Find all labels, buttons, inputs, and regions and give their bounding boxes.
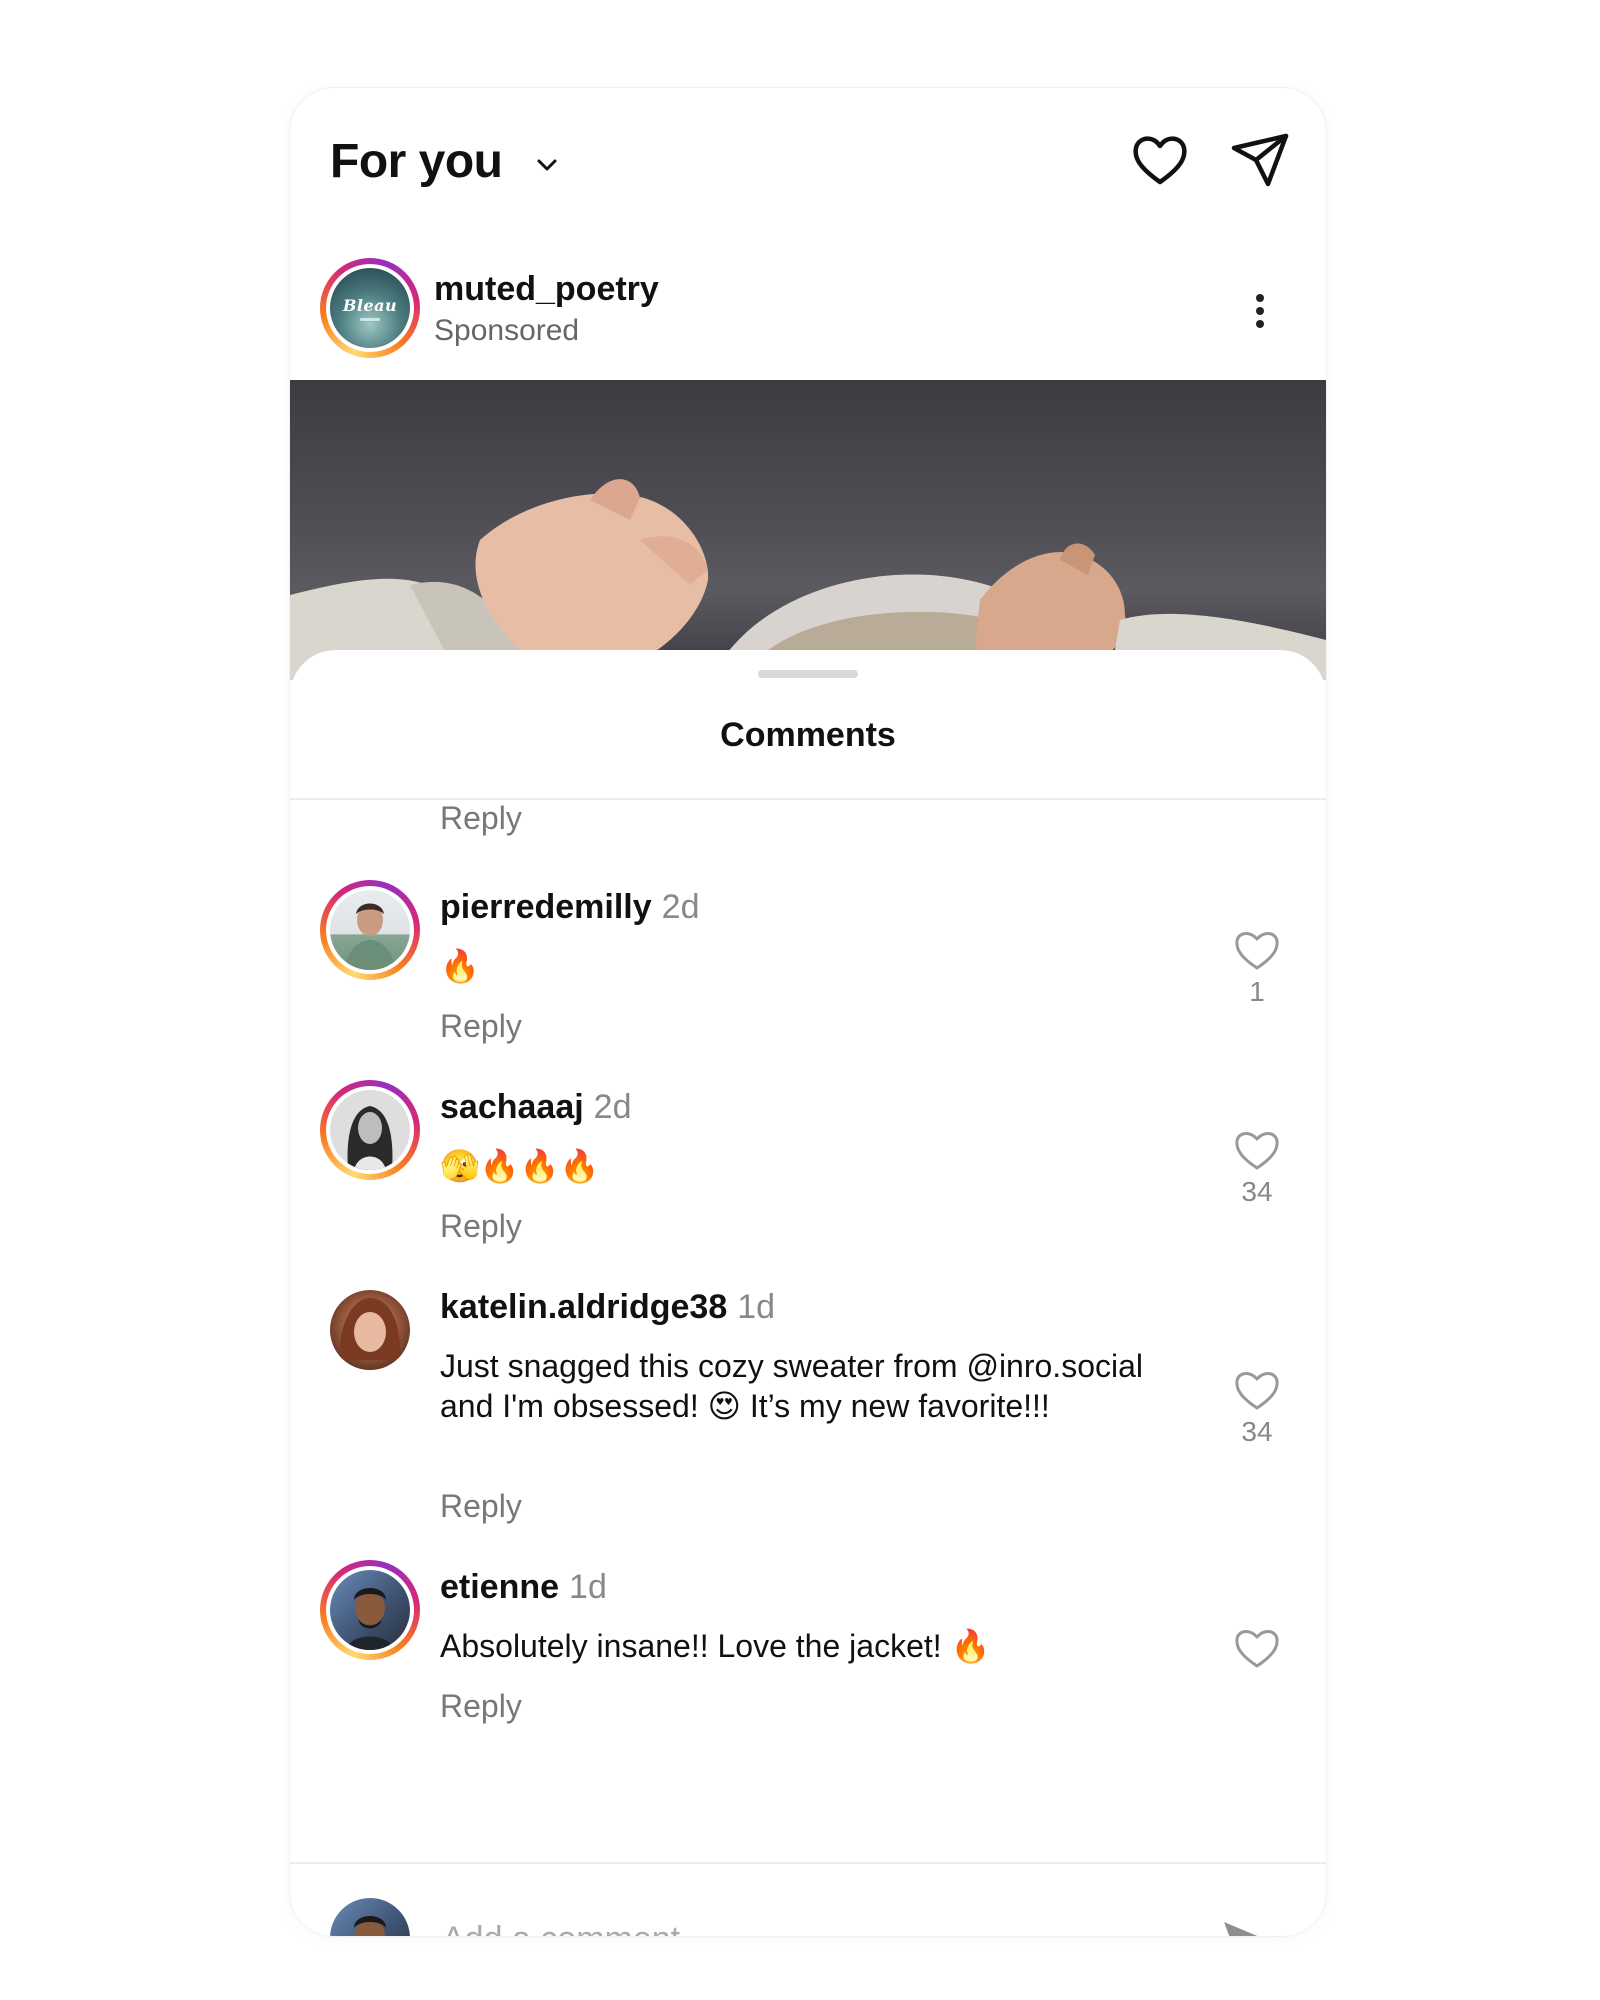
post-username[interactable]: muted_poetry bbox=[434, 268, 659, 310]
reply-link[interactable]: Reply bbox=[440, 1206, 522, 1246]
like-count: 1 bbox=[1249, 976, 1265, 1007]
comment-username[interactable]: katelin.aldridge38 bbox=[440, 1288, 727, 1326]
avatar bbox=[339, 1298, 401, 1360]
comments-sheet: Comments Reply pierredemilly 2d 🔥 Reply … bbox=[290, 650, 1326, 1936]
post-photo bbox=[290, 479, 1326, 680]
commenter-avatar[interactable] bbox=[320, 1560, 420, 1660]
send-comment-icon[interactable] bbox=[1218, 1914, 1266, 1936]
sheet-drag-handle[interactable] bbox=[758, 670, 858, 678]
post-header: Bleau muted_poetry Sponsored bbox=[290, 248, 1326, 368]
comment-item: etienne 1d Absolutely insane!! Love the j… bbox=[290, 1560, 1326, 1750]
send-icon[interactable] bbox=[1228, 128, 1292, 192]
reply-link[interactable]: Reply bbox=[440, 1486, 522, 1526]
post-image[interactable] bbox=[290, 380, 1326, 680]
comment-timestamp: 1d bbox=[569, 1568, 607, 1606]
comment-text: 🔥 bbox=[440, 948, 480, 984]
like-count: 34 bbox=[1241, 1416, 1273, 1447]
comments-title: Comments bbox=[720, 716, 896, 754]
avatar bbox=[330, 890, 410, 970]
comment-item: katelin.aldridge38 1d Just snagged this c… bbox=[290, 1280, 1326, 1540]
comment-timestamp: 2d bbox=[661, 888, 700, 926]
like-count: 34 bbox=[1241, 1176, 1273, 1207]
comment-text: Absolutely insane!! Love the jacket! 🔥 bbox=[440, 1628, 991, 1664]
like-heart-icon[interactable] bbox=[1232, 1126, 1282, 1172]
comment-timestamp: 1d bbox=[737, 1288, 776, 1326]
comment-item: pierredemilly 2d 🔥 Reply 1 bbox=[290, 880, 1326, 1070]
reply-link[interactable]: Reply bbox=[440, 1686, 522, 1726]
current-user-avatar bbox=[330, 1898, 410, 1936]
like-heart-icon[interactable] bbox=[1232, 1624, 1282, 1670]
comment-input[interactable] bbox=[440, 1912, 1144, 1936]
comment-text: Just snagged this cozy sweater from @inr… bbox=[440, 1348, 1143, 1424]
like-heart-icon[interactable] bbox=[1232, 1366, 1282, 1412]
reply-link[interactable]: Reply bbox=[440, 1006, 522, 1046]
avatar bbox=[330, 1570, 410, 1650]
commenter-avatar[interactable] bbox=[330, 1290, 410, 1370]
reply-link[interactable]: Reply bbox=[440, 798, 522, 838]
comment-timestamp: 2d bbox=[593, 1088, 632, 1126]
comment-item: sachaaaj 2d 🫣🔥🔥🔥 Reply 34 bbox=[290, 1080, 1326, 1270]
brand-logo: Bleau bbox=[330, 268, 410, 348]
sponsored-label: Sponsored bbox=[434, 314, 580, 347]
divider bbox=[290, 1862, 1326, 1864]
chevron-down-icon[interactable] bbox=[532, 150, 562, 180]
more-options-icon[interactable] bbox=[1250, 290, 1270, 340]
comment-username[interactable]: etienne bbox=[440, 1568, 559, 1606]
comment-username[interactable]: sachaaaj bbox=[440, 1088, 584, 1126]
top-bar: For you bbox=[290, 88, 1326, 238]
heart-icon[interactable] bbox=[1128, 128, 1192, 192]
commenter-avatar[interactable] bbox=[320, 1080, 420, 1180]
commenter-avatar[interactable] bbox=[320, 880, 420, 980]
phone-frame: For you Bleau muted_poetry Sponsored Com… bbox=[290, 88, 1326, 1936]
like-heart-icon[interactable] bbox=[1232, 926, 1282, 972]
comment-text: 🫣🔥🔥🔥 bbox=[440, 1148, 600, 1184]
feed-selector-title[interactable]: For you bbox=[330, 132, 503, 192]
comment-username[interactable]: pierredemilly bbox=[440, 888, 652, 926]
avatar bbox=[354, 1916, 386, 1936]
post-avatar[interactable]: Bleau bbox=[320, 258, 420, 358]
avatar bbox=[330, 1090, 410, 1170]
